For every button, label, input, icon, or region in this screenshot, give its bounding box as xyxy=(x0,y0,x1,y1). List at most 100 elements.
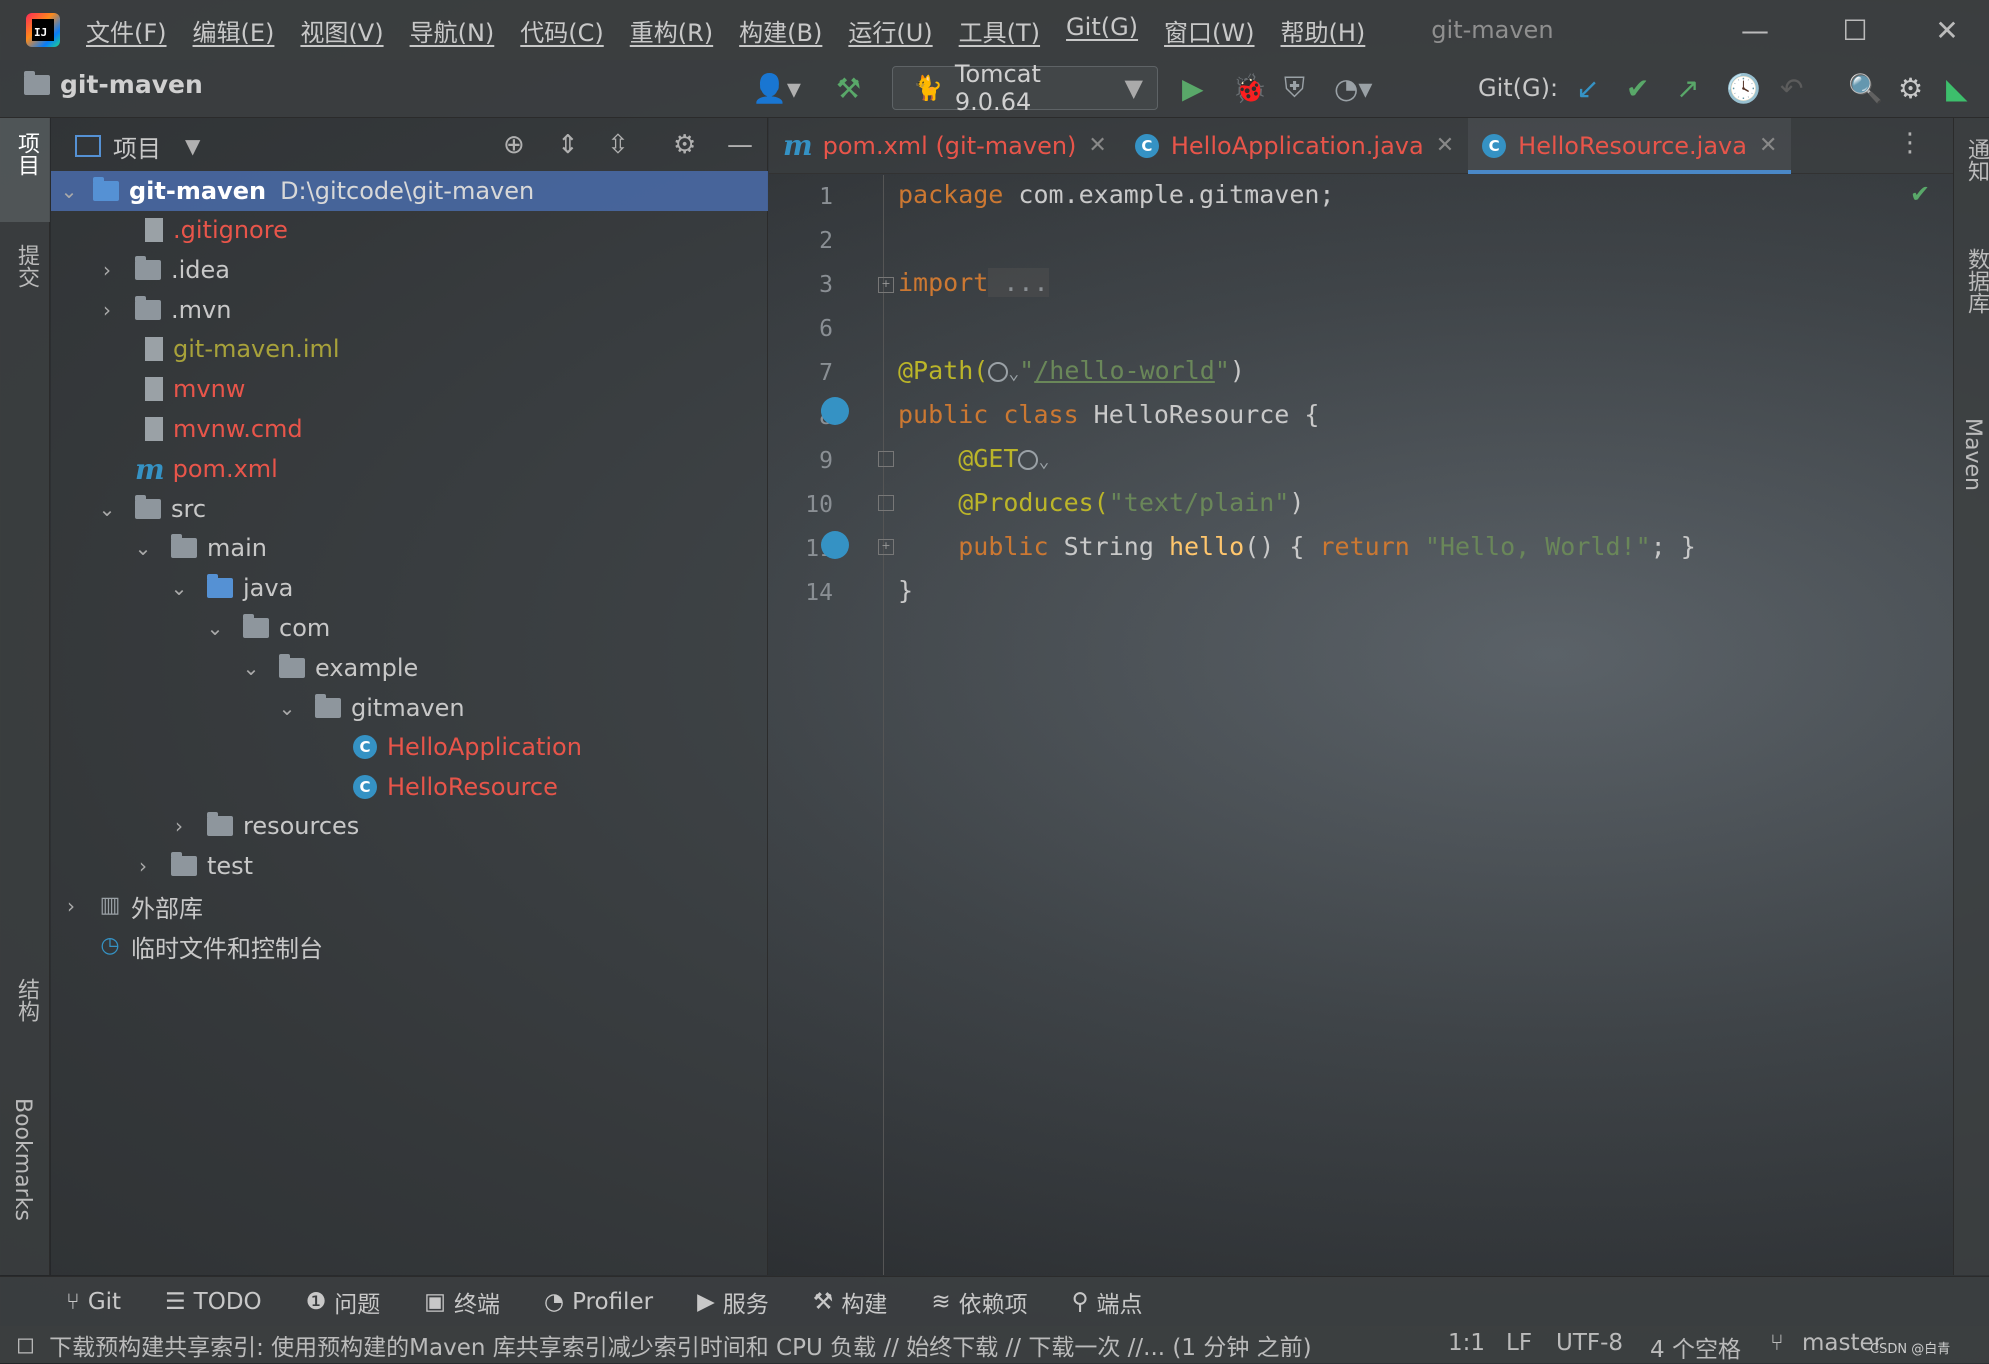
fold-marker-icon[interactable] xyxy=(878,495,894,511)
expand-arrow-icon[interactable]: › xyxy=(169,814,189,838)
project-breadcrumb[interactable]: git-maven xyxy=(24,70,203,99)
menu-navigate[interactable]: 导航(N) xyxy=(410,13,495,48)
collapse-arrow-icon[interactable]: ⌄ xyxy=(97,497,117,521)
tree-item-hello-resource[interactable]: C HelloResource xyxy=(51,767,1064,807)
panel-gear-icon[interactable]: ⚙ xyxy=(673,130,696,160)
git-update-icon[interactable]: ↙ xyxy=(1576,70,1599,106)
endpoint-globe-icon[interactable] xyxy=(821,531,849,559)
tree-item-src[interactable]: ⌄ src xyxy=(51,489,814,529)
bottom-tool-git[interactable]: ⑂ Git xyxy=(66,1289,121,1315)
profile-icon[interactable]: ◔▾ xyxy=(1334,70,1373,106)
inspection-ok-icon[interactable]: ✔ xyxy=(1910,180,1930,208)
user-dropdown-icon[interactable]: 👤▾ xyxy=(752,70,801,106)
endpoint-globe-icon[interactable] xyxy=(821,397,849,425)
project-tool-button[interactable]: 项目 xyxy=(0,118,50,222)
bookmarks-tool-label[interactable]: Bookmarks xyxy=(10,1098,35,1221)
menu-code[interactable]: 代码(C) xyxy=(520,13,603,48)
close-tab-icon[interactable]: ✕ xyxy=(1088,133,1106,158)
collapse-arrow-icon[interactable]: ⌄ xyxy=(277,696,297,720)
gear-icon[interactable]: ⚙ xyxy=(1898,70,1923,106)
code-line-1[interactable]: package com.example.gitmaven; xyxy=(898,180,1335,209)
line-separator[interactable]: LF xyxy=(1506,1330,1532,1356)
git-commit-icon[interactable]: ✔ xyxy=(1626,70,1649,106)
code-line-10[interactable]: @Produces("text/plain") xyxy=(898,488,1304,517)
bottom-tool-dependencies[interactable]: ≋ 依赖项 xyxy=(931,1285,1027,1319)
tab-pom-xml[interactable]: m pom.xml (git-maven) ✕ xyxy=(769,118,1121,174)
bottom-tool-terminal[interactable]: ▣ 终端 xyxy=(424,1285,500,1319)
collapse-arrow-icon[interactable]: ⌄ xyxy=(59,179,79,203)
tree-item-mvnw[interactable]: mvnw xyxy=(51,369,852,409)
tab-hello-application[interactable]: C HelloApplication.java ✕ xyxy=(1121,118,1468,174)
collapse-all-icon[interactable]: ⇳ xyxy=(607,130,629,160)
expand-arrow-icon[interactable]: › xyxy=(97,258,117,282)
tree-item-test[interactable]: › test xyxy=(51,846,850,886)
tree-item-main[interactable]: ⌄ main xyxy=(51,528,850,568)
bottom-tool-problems[interactable]: ❶ 问题 xyxy=(306,1285,381,1319)
tree-item-iml[interactable]: git-maven.iml xyxy=(51,329,852,369)
menu-run[interactable]: 运行(U) xyxy=(848,13,932,48)
tree-item-idea[interactable]: › .idea xyxy=(51,250,814,290)
git-rollback-icon[interactable]: ↶ xyxy=(1780,70,1803,106)
tree-item-gitignore[interactable]: .gitignore xyxy=(51,210,852,250)
fold-expand-icon[interactable]: + xyxy=(878,539,894,555)
code-line-14[interactable]: } xyxy=(898,576,913,605)
more-tabs-icon[interactable]: ⋮ xyxy=(1897,128,1923,158)
code-line-7[interactable]: @Path(⌄"/hello-world") xyxy=(898,356,1245,385)
menu-window[interactable]: 窗口(W) xyxy=(1164,13,1254,48)
file-encoding[interactable]: UTF-8 xyxy=(1556,1330,1623,1356)
collapse-arrow-icon[interactable]: ⌄ xyxy=(205,616,225,640)
run-icon[interactable]: ▶ xyxy=(1182,70,1204,106)
maximize-icon[interactable]: ☐ xyxy=(1833,12,1877,48)
bottom-tool-profiler[interactable]: ◔ Profiler xyxy=(544,1289,653,1315)
caret-position[interactable]: 1:1 xyxy=(1448,1330,1485,1356)
menu-git[interactable]: Git(G) xyxy=(1066,13,1138,48)
close-tab-icon[interactable]: ✕ xyxy=(1436,133,1454,158)
tree-item-java[interactable]: ⌄ java xyxy=(51,568,886,608)
locate-icon[interactable]: ⊕ xyxy=(503,130,525,160)
fold-marker-icon[interactable] xyxy=(878,451,894,467)
tree-item-hello-application[interactable]: C HelloApplication xyxy=(51,727,1064,767)
menu-view[interactable]: 视图(V) xyxy=(300,13,383,48)
coverage-icon[interactable]: ⛨ xyxy=(1284,70,1305,106)
database-tool-label[interactable]: 数据库 xyxy=(1960,248,1989,314)
close-tab-icon[interactable]: ✕ xyxy=(1759,133,1777,158)
view-dropdown-icon[interactable]: ▼ xyxy=(185,134,200,158)
code-line-9[interactable]: @GET ⌄ xyxy=(898,444,1049,473)
code-line-3[interactable]: import ... xyxy=(898,268,1049,297)
folded-imports[interactable]: ... xyxy=(988,268,1049,297)
chevron-down-icon[interactable]: ⌄ xyxy=(1038,451,1049,472)
menu-tools[interactable]: 工具(T) xyxy=(959,13,1040,48)
menu-edit[interactable]: 编辑(E) xyxy=(193,13,275,48)
tab-hello-resource[interactable]: C HelloResource.java ✕ xyxy=(1468,117,1792,174)
notifications-tool-label[interactable]: 通知 xyxy=(1960,138,1989,182)
menu-file[interactable]: 文件(F) xyxy=(86,13,167,48)
tree-item-external-libs[interactable]: › ▥ 外部库 xyxy=(51,886,778,926)
close-window-icon[interactable]: ✕ xyxy=(1925,12,1969,48)
tree-root[interactable]: ⌄ git-maven D:\gitcode\git-maven xyxy=(51,171,768,211)
bottom-tool-endpoints[interactable]: ⚲ 端点 xyxy=(1072,1285,1143,1319)
status-message[interactable]: 下载预构建共享索引: 使用预构建的Maven 库共享索引减少索引时间和 CPU … xyxy=(49,1328,1312,1362)
expand-arrow-icon[interactable]: › xyxy=(61,894,81,918)
run-configuration-select[interactable]: 🐈 Tomcat 9.0.64 ▼ xyxy=(892,60,1158,116)
globe-icon[interactable] xyxy=(1018,450,1039,470)
bottom-tool-todo[interactable]: ☰ TODO xyxy=(165,1289,262,1315)
build-hammer-icon[interactable]: ⚒ xyxy=(836,70,861,106)
tree-item-mvnw-cmd[interactable]: mvnw.cmd xyxy=(51,409,852,449)
commit-tool-label[interactable]: 提交 xyxy=(10,244,42,288)
collapse-arrow-icon[interactable]: ⌄ xyxy=(169,576,189,600)
project-panel-title[interactable]: 项目 xyxy=(113,129,161,164)
menu-build[interactable]: 构建(B) xyxy=(739,13,822,48)
search-icon[interactable]: 🔍 xyxy=(1848,70,1883,106)
expand-arrow-icon[interactable]: › xyxy=(97,298,117,322)
intellij-logo-icon[interactable]: IJ xyxy=(26,13,60,47)
tree-item-pom[interactable]: m pom.xml xyxy=(51,449,846,489)
expand-arrow-icon[interactable]: › xyxy=(133,854,153,878)
tree-item-resources[interactable]: › resources xyxy=(51,806,886,846)
code-line-8[interactable]: public class HelloResource { xyxy=(898,400,1319,429)
collapse-arrow-icon[interactable]: ⌄ xyxy=(133,536,153,560)
tree-item-mvn[interactable]: › .mvn xyxy=(51,290,814,330)
git-history-icon[interactable]: 🕓 xyxy=(1726,70,1761,106)
tree-item-scratches[interactable]: ◷ 临时文件和控制台 xyxy=(51,926,808,966)
menu-refactor[interactable]: 重构(R) xyxy=(630,13,713,48)
collapse-arrow-icon[interactable]: ⌄ xyxy=(241,656,261,680)
